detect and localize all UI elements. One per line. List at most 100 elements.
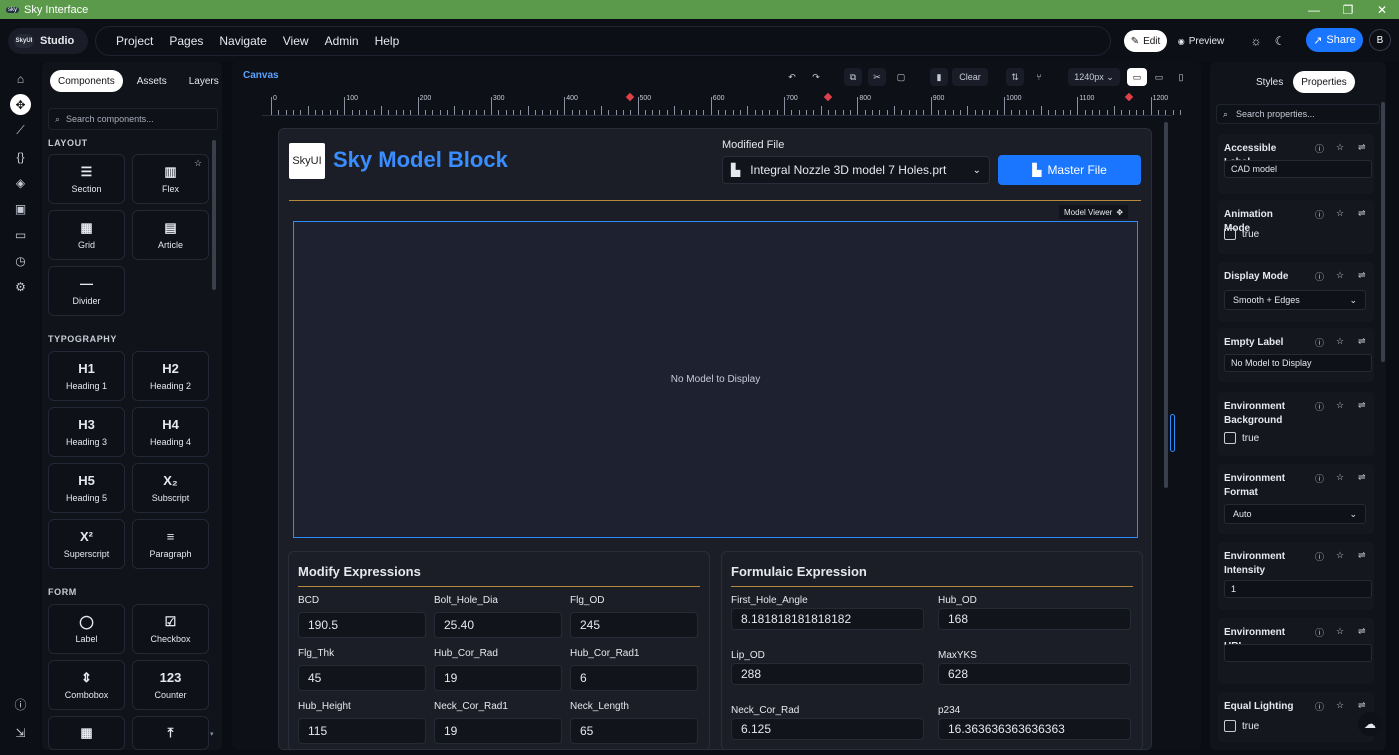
menu-pages[interactable]: Pages — [161, 34, 211, 48]
tablet-icon[interactable]: ▭ — [1150, 68, 1168, 86]
tile-heading-1[interactable]: H1 Heading 1 — [48, 351, 125, 401]
expression-input[interactable]: 25.40 — [434, 612, 562, 638]
minimize-button[interactable]: — — [1297, 0, 1331, 19]
mobile-icon[interactable]: ▯ — [1172, 68, 1190, 86]
info-icon[interactable]: ⓘ — [1315, 700, 1324, 713]
code-braces-icon[interactable]: {} — [12, 148, 29, 165]
canvas-scrollbar[interactable] — [1164, 122, 1168, 488]
star-icon[interactable]: ☆ — [1336, 142, 1344, 153]
tab-layers[interactable]: Layers — [181, 70, 227, 92]
expression-input[interactable]: 190.5 — [298, 612, 426, 638]
history-icon[interactable]: ◷ — [12, 252, 29, 269]
tile-section[interactable]: ☰ Section — [48, 154, 125, 204]
ruler-marker[interactable] — [823, 92, 833, 102]
tile-article[interactable]: ▤ Article — [132, 210, 209, 260]
branch-icon[interactable]: ⑂ — [1030, 68, 1048, 86]
swap-icon[interactable]: ⇅ — [1006, 68, 1024, 86]
info-icon[interactable]: ⓘ — [1315, 142, 1324, 155]
undo-icon[interactable]: ↶ — [783, 68, 801, 86]
star-icon[interactable]: ☆ — [1336, 208, 1344, 219]
star-icon[interactable]: ☆ — [194, 158, 202, 169]
sliders-icon[interactable]: ⇌ — [1358, 336, 1366, 347]
properties-scrollbar[interactable] — [1381, 102, 1385, 362]
expression-input[interactable]: 19 — [434, 718, 562, 744]
info-icon[interactable]: ⓘ — [12, 696, 29, 713]
menu-help[interactable]: Help — [367, 34, 408, 48]
paint-bucket-icon[interactable]: ◈ — [12, 174, 29, 191]
expression-input[interactable]: 65 — [570, 718, 698, 744]
share-button[interactable]: ↗ Share — [1306, 28, 1363, 52]
tile-combobox[interactable]: ⇕ Combobox — [48, 660, 125, 710]
star-icon[interactable]: ☆ — [1336, 270, 1344, 281]
components-scrollbar[interactable] — [212, 140, 216, 290]
tile-superscript[interactable]: X² Superscript — [48, 519, 125, 569]
file-select[interactable]: ▙ Integral Nozzle 3D model 7 Holes.prt ⌄ — [722, 156, 990, 184]
components-icon[interactable]: ✥ — [10, 94, 31, 115]
star-icon[interactable]: ☆ — [1336, 700, 1344, 711]
info-icon[interactable]: ⓘ — [1315, 270, 1324, 283]
desktop-icon[interactable]: ▭ — [1127, 68, 1147, 86]
edit-button[interactable]: ✎ Edit — [1124, 30, 1167, 52]
expression-input[interactable]: 115 — [298, 718, 426, 744]
light-mode-icon[interactable]: ☼ — [1246, 30, 1266, 52]
wand-icon[interactable]: ⟋ — [12, 122, 29, 139]
cloud-sync-icon[interactable]: ☁ — [1358, 712, 1382, 736]
sliders-icon[interactable]: ⇌ — [1358, 142, 1366, 153]
home-icon[interactable]: ⌂ — [12, 70, 29, 87]
property-select[interactable]: Smooth + Edges ⌄ — [1224, 290, 1366, 310]
tab-assets[interactable]: Assets — [129, 70, 175, 92]
tile-heading-5[interactable]: H5 Heading 5 — [48, 463, 125, 513]
expression-input[interactable]: 6 — [570, 665, 698, 691]
info-icon[interactable]: ⓘ — [1315, 400, 1324, 413]
sliders-icon[interactable]: ⇌ — [1358, 400, 1366, 411]
checkbox-box[interactable] — [1224, 228, 1236, 240]
property-input[interactable]: CAD model — [1224, 160, 1372, 178]
sliders-icon[interactable]: ⇌ — [1358, 208, 1366, 219]
sliders-icon[interactable]: ⇌ — [1358, 626, 1366, 637]
dark-mode-icon[interactable]: ☾ — [1270, 30, 1290, 52]
tile-heading-4[interactable]: H4 Heading 4 — [132, 407, 209, 457]
component-search[interactable]: ⌕ Search components... — [48, 108, 218, 130]
tab-properties[interactable]: Properties — [1293, 71, 1355, 93]
delete-icon[interactable]: ▮ — [930, 68, 948, 86]
properties-search[interactable]: ⌕ Search properties... — [1216, 104, 1380, 124]
sliders-icon[interactable]: ⇌ — [1358, 472, 1366, 483]
model-viewer[interactable]: No Model to Display — [293, 221, 1138, 538]
expression-input[interactable]: 45 — [298, 665, 426, 691]
tab-components[interactable]: Components — [50, 70, 123, 92]
star-icon[interactable]: ☆ — [1336, 400, 1344, 411]
property-input[interactable]: 1 — [1224, 580, 1372, 598]
star-icon[interactable]: ☆ — [1336, 626, 1344, 637]
property-checkbox[interactable]: true — [1224, 432, 1259, 444]
tile-divider[interactable]: — Divider — [48, 266, 125, 316]
info-icon[interactable]: ⓘ — [1315, 472, 1324, 485]
settings-icon[interactable]: ⚙ — [12, 278, 29, 295]
tile-heading-2[interactable]: H2 Heading 2 — [132, 351, 209, 401]
checkbox-box[interactable] — [1224, 432, 1236, 444]
redo-icon[interactable]: ↷ — [807, 68, 825, 86]
menu-navigate[interactable]: Navigate — [211, 34, 274, 48]
studio-brand[interactable]: SkyUI Studio — [8, 28, 88, 54]
menu-view[interactable]: View — [275, 34, 317, 48]
maximize-button[interactable]: ❐ — [1331, 0, 1365, 19]
menu-project[interactable]: Project — [108, 34, 161, 48]
tile-subscript[interactable]: X₂ Subscript — [132, 463, 209, 513]
star-icon[interactable]: ☆ — [1336, 336, 1344, 347]
checkbox-box[interactable] — [1224, 720, 1236, 732]
tile-counter[interactable]: 123 Counter — [132, 660, 209, 710]
width-select[interactable]: 1240px ⌄ — [1068, 68, 1120, 86]
resize-handle[interactable] — [1170, 414, 1175, 452]
clear-button[interactable]: Clear — [952, 68, 988, 86]
copy-icon[interactable]: ⧉ — [844, 68, 862, 86]
sliders-icon[interactable]: ⇌ — [1358, 550, 1366, 561]
property-input[interactable] — [1224, 644, 1372, 662]
cut-icon[interactable]: ✂ — [868, 68, 886, 86]
scroll-down-icon[interactable]: ▾ — [210, 730, 214, 738]
tile-grid[interactable]: ▦ Grid — [48, 210, 125, 260]
sliders-icon[interactable]: ⇌ — [1358, 270, 1366, 281]
info-icon[interactable]: ⓘ — [1315, 208, 1324, 221]
expression-input[interactable]: 245 — [570, 612, 698, 638]
tile-paragraph[interactable]: ≡ Paragraph — [132, 519, 209, 569]
close-button[interactable]: ✕ — [1365, 0, 1399, 19]
tile-heading-3[interactable]: H3 Heading 3 — [48, 407, 125, 457]
